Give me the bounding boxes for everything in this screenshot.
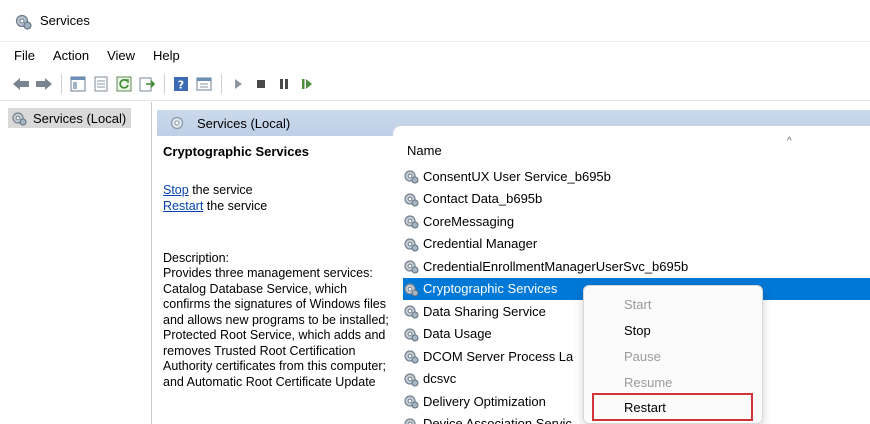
service-actions: Stop the service Restart the service [163,182,267,214]
toolbar-separator [61,74,62,94]
menu-view[interactable]: View [107,48,135,63]
description-text: Provides three management services: Cata… [163,266,389,389]
services-window: Services File Action View Help ? Service… [0,0,870,424]
service-gear-icon [403,236,419,252]
pane-title: Services (Local) [197,115,291,131]
show-hide-tree-icon[interactable] [67,73,89,95]
service-row-label: Cryptographic Services [423,281,558,296]
context-menu-start[interactable]: Start [584,292,764,316]
service-gear-icon [403,258,419,274]
start-icon[interactable] [227,73,249,95]
sort-arrow-icon: ^ [787,136,792,147]
service-gear-icon [403,281,419,297]
context-menu-resume[interactable]: Resume [584,370,764,394]
context-menu-stop[interactable]: Stop [584,318,764,342]
forward-icon[interactable] [33,73,55,95]
menu-bar: File Action View Help [0,42,870,68]
context-menu-pause[interactable]: Pause [584,344,764,368]
stop-link-suffix: the service [188,183,253,197]
service-row[interactable]: ConsentUX User Service_b695b [403,165,611,187]
service-row-label: CredentialEnrollmentManagerUserSvc_b695b [423,258,689,274]
resume-icon[interactable] [296,73,318,95]
restart-service-link[interactable]: Restart [163,199,203,213]
services-gear-icon [11,110,27,126]
service-gear-icon [403,393,419,409]
services-gear-icon [169,115,185,131]
export-list-icon[interactable] [136,73,158,95]
toolbar: ? [0,68,870,101]
service-gear-icon [403,213,419,229]
column-header-name[interactable]: Name [407,143,442,158]
restart-link-suffix: the service [203,199,268,213]
window-title: Services [40,13,90,28]
service-row[interactable]: CoreMessaging [403,210,514,232]
service-row[interactable]: Data Sharing Service [403,300,546,322]
service-gear-icon [403,348,419,364]
service-row[interactable]: Data Usage [403,323,492,345]
stop-service-link[interactable]: Stop [163,183,189,197]
service-row[interactable]: Device Association Servic [403,413,572,424]
service-row[interactable]: DCOM Server Process La [403,345,573,367]
tree-item-services-local[interactable]: Services (Local) [8,108,132,128]
service-row[interactable]: Contact Data_b695b [403,188,542,210]
service-row-label: Device Association Servic [423,416,572,424]
context-menu-restart[interactable]: Restart [592,393,753,421]
menu-help[interactable]: Help [153,48,180,63]
service-row-label: DCOM Server Process La [423,348,574,364]
menu-file[interactable]: File [14,48,35,63]
toolbar-separator [221,74,222,94]
toolbar-separator [164,74,165,94]
help-icon[interactable]: ? [170,73,192,95]
service-row[interactable]: CredentialEnrollmentManagerUserSvc_b695b [403,255,688,277]
console-tree: Services (Local) [0,102,152,424]
menu-action[interactable]: Action [53,48,89,63]
svg-text:?: ? [178,79,184,92]
service-row-label: Delivery Optimization [423,393,546,409]
description-label: Description: [163,251,229,265]
tree-item-label: Services (Local) [33,110,127,126]
back-icon[interactable] [10,73,32,95]
service-gear-icon [403,168,419,184]
service-row-label: Data Usage [423,326,492,341]
service-row-label: CoreMessaging [423,213,515,229]
context-menu: Start Stop Pause Resume Restart [583,285,763,424]
service-row-label: Data Sharing Service [423,303,546,319]
service-gear-icon [403,326,419,342]
view-icon[interactable] [193,73,215,95]
service-row-label: ConsentUX User Service_b695b [423,168,611,184]
properties-icon[interactable] [90,73,112,95]
service-gear-icon [403,303,419,319]
service-row[interactable]: dcsvc [403,368,456,390]
service-gear-icon [403,191,419,207]
pause-icon[interactable] [273,73,295,95]
service-row-label: dcsvc [423,371,457,386]
services-app-icon [14,12,32,30]
stop-icon[interactable] [250,73,272,95]
service-row-label: Credential Manager [423,236,538,251]
service-gear-icon [403,371,419,387]
selected-service-name: Cryptographic Services [163,144,309,159]
title-bar: Services [0,0,870,42]
refresh-icon[interactable] [113,73,135,95]
service-gear-icon [403,416,419,424]
service-row[interactable]: Credential Manager [403,233,537,255]
service-row-label: Contact Data_b695b [423,191,543,206]
service-row[interactable]: Delivery Optimization [403,390,546,412]
